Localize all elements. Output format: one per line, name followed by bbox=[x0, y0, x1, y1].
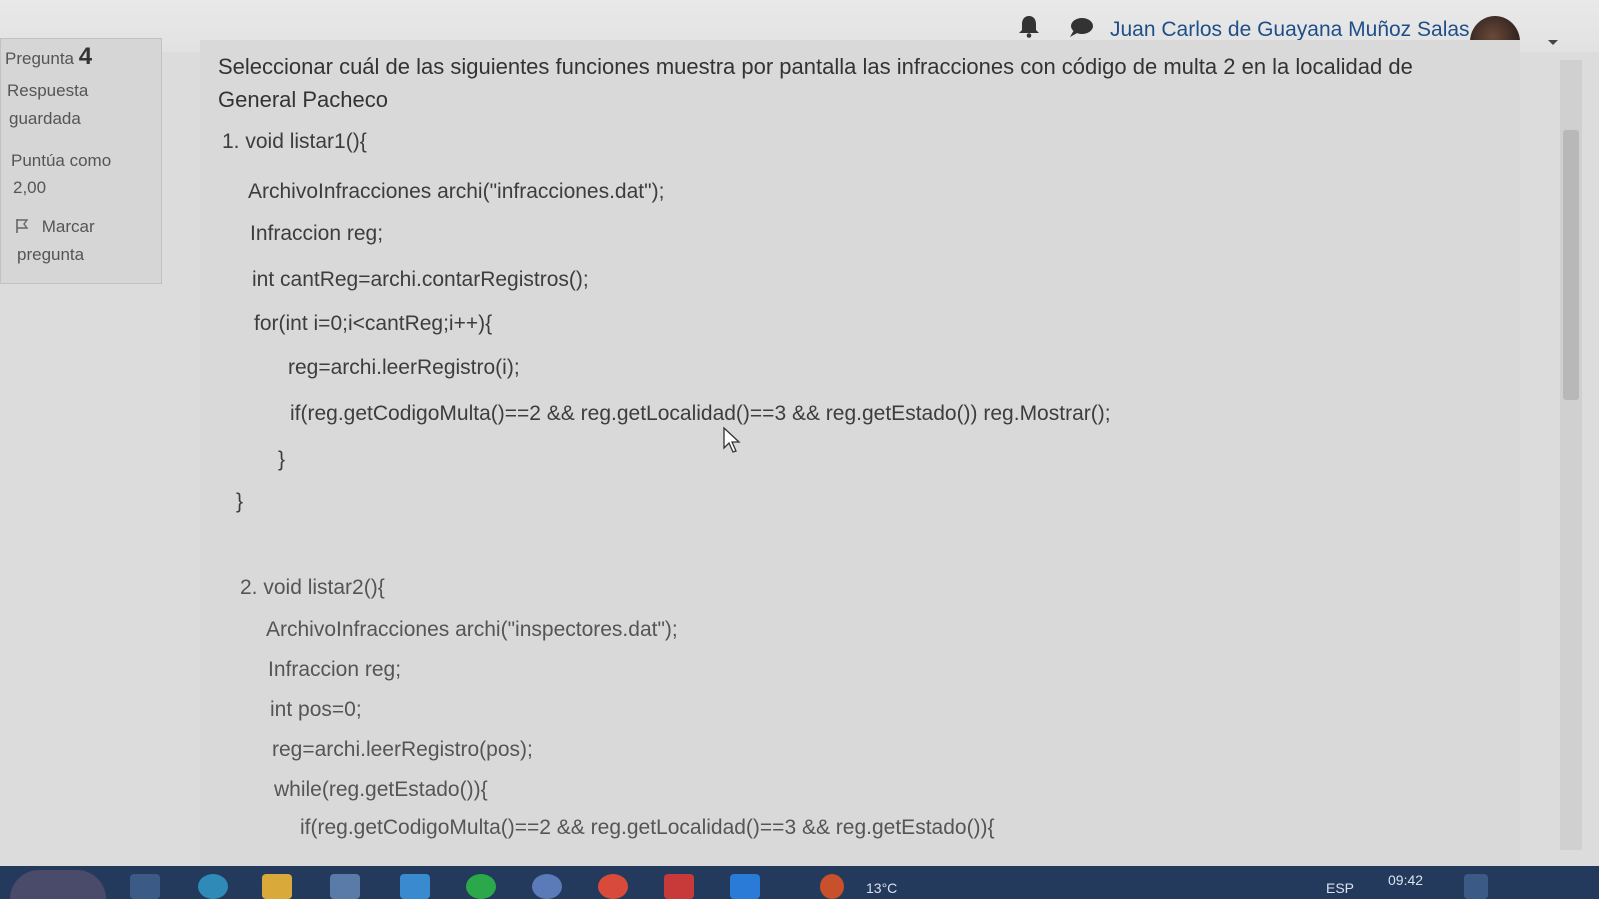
mouse-cursor-icon bbox=[723, 426, 741, 453]
start-button[interactable] bbox=[10, 870, 106, 899]
chat-icon[interactable] bbox=[1068, 16, 1094, 38]
chrome-icon[interactable] bbox=[598, 874, 628, 899]
option2-line: ArchivoInfracciones archi("inspectores.d… bbox=[266, 618, 678, 641]
option1-line: ArchivoInfracciones archi("infracciones.… bbox=[248, 180, 665, 203]
option1-line: for(int i=0;i<cantReg;i++){ bbox=[254, 312, 493, 335]
option2-line: if(reg.getCodigoMulta()==2 && reg.getLoc… bbox=[300, 816, 995, 839]
option1-line: int cantReg=archi.contarRegistros(); bbox=[252, 268, 589, 291]
option1-line: } bbox=[236, 490, 244, 513]
question-score-line2: 2,00 bbox=[13, 178, 47, 197]
edge-icon[interactable] bbox=[198, 874, 228, 899]
flag-question-link[interactable]: Marcar bbox=[15, 217, 95, 237]
mail-icon[interactable] bbox=[400, 874, 430, 899]
office-icon[interactable] bbox=[664, 874, 694, 899]
option1-line: if(reg.getCodigoMulta()==2 && reg.getLoc… bbox=[290, 402, 1111, 425]
question-number: 4 bbox=[78, 43, 93, 70]
clock-time[interactable]: 09:42 bbox=[1388, 872, 1423, 888]
option1-line: 1. void listar1(){ bbox=[222, 130, 367, 153]
question-info-panel: Pregunta 4 Respuesta guardada Puntúa com… bbox=[0, 38, 162, 284]
option2-line: int pos=0; bbox=[270, 698, 362, 721]
weather-icon[interactable] bbox=[820, 874, 844, 899]
chevron-down-icon[interactable] bbox=[1546, 38, 1560, 48]
store-icon[interactable] bbox=[330, 874, 360, 899]
question-status-line1: Respuesta bbox=[7, 81, 89, 100]
option2-line: 2. void listar2(){ bbox=[240, 576, 385, 599]
option2-line: while(reg.getEstado()){ bbox=[274, 778, 488, 801]
app-icon[interactable] bbox=[532, 874, 562, 899]
flag-label-line2[interactable]: pregunta bbox=[17, 245, 84, 265]
bell-icon[interactable] bbox=[1018, 14, 1040, 38]
vscode-icon[interactable] bbox=[730, 874, 760, 899]
file-explorer-icon[interactable] bbox=[262, 874, 292, 899]
language-indicator[interactable]: ESP bbox=[1326, 880, 1354, 896]
flag-icon bbox=[16, 219, 29, 233]
option1-line: Infraccion reg; bbox=[250, 222, 384, 245]
question-score-line1: Puntúa como bbox=[11, 151, 112, 170]
question-number-heading: Pregunta 4 bbox=[5, 43, 92, 71]
question-status-line2: guardada bbox=[9, 109, 81, 128]
flag-label-line1[interactable]: Marcar bbox=[42, 217, 95, 236]
notifications-icon[interactable] bbox=[1464, 874, 1488, 899]
option1-line: reg=archi.leerRegistro(i); bbox=[288, 356, 520, 379]
option2-line: reg=archi.leerRegistro(pos); bbox=[272, 738, 533, 761]
scrollbar-thumb[interactable] bbox=[1563, 130, 1579, 400]
user-menu-name[interactable]: Juan Carlos de Guayana Muñoz Salas bbox=[1110, 18, 1470, 42]
option1-line: } bbox=[278, 448, 286, 471]
question-label: Pregunta bbox=[5, 49, 74, 68]
question-text: Seleccionar cuál de las siguientes funci… bbox=[218, 54, 1413, 112]
windows-taskbar bbox=[0, 866, 1599, 899]
option2-line: Infraccion reg; bbox=[268, 658, 402, 681]
weather-temperature[interactable]: 13°C bbox=[866, 880, 897, 896]
spotify-icon[interactable] bbox=[466, 874, 496, 899]
task-view-icon[interactable] bbox=[130, 874, 160, 899]
